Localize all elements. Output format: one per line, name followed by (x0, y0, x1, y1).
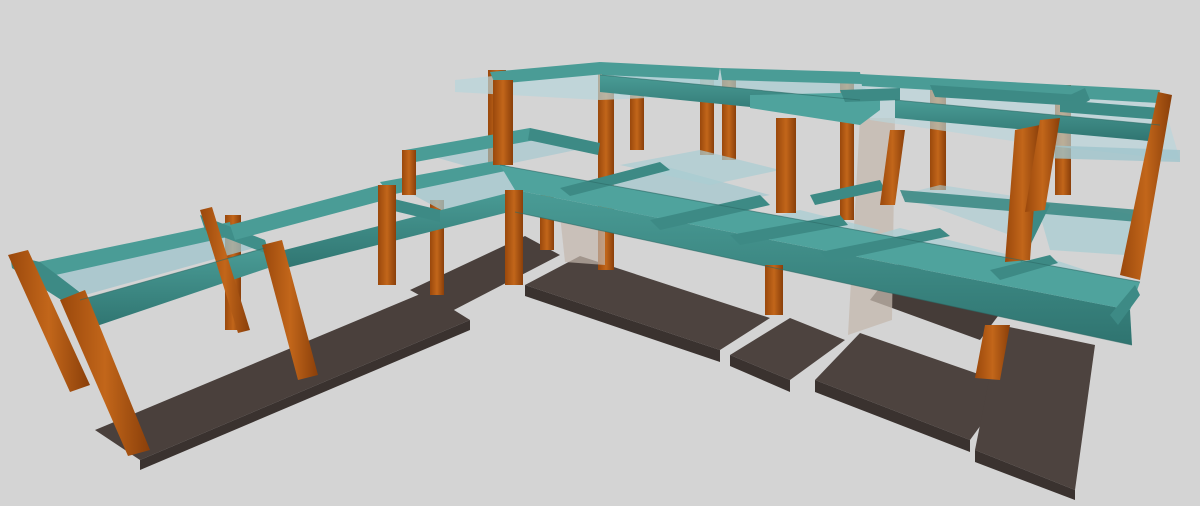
column[interactable] (378, 185, 396, 285)
column[interactable] (493, 80, 513, 165)
column[interactable] (776, 118, 796, 213)
column[interactable] (765, 265, 783, 315)
structural-frame-3d-model[interactable] (0, 0, 1200, 506)
column[interactable] (630, 95, 644, 150)
model-viewport[interactable] (0, 0, 1200, 506)
beam[interactable] (840, 88, 900, 102)
column[interactable] (505, 190, 523, 285)
column[interactable] (402, 150, 416, 195)
